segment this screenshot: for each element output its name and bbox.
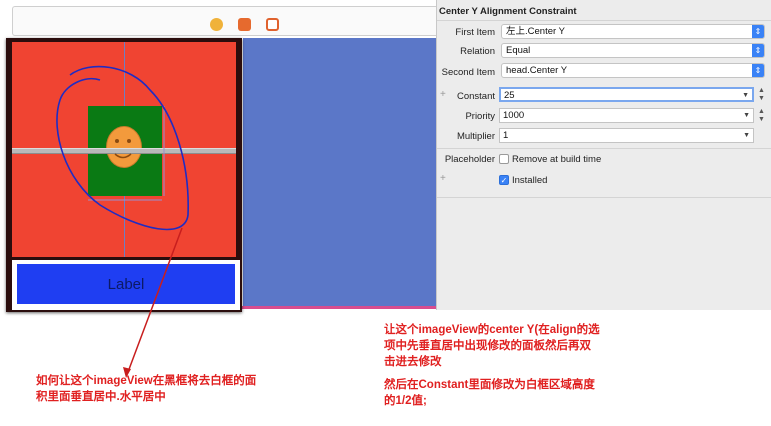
priority-label: Priority bbox=[465, 111, 495, 122]
multiplier-label: Multiplier bbox=[456, 131, 495, 142]
note-left-line-1: 如何让这个imageView在黑框将去白框的面 bbox=[36, 375, 257, 387]
smiley-mouth bbox=[114, 153, 132, 159]
remove-at-build-checkbox[interactable] bbox=[499, 154, 509, 164]
annotation-note-top: 让这个imageView的center Y(在align的选 项中先垂直居中出现… bbox=[384, 322, 600, 370]
priority-value: 1000 bbox=[503, 110, 525, 121]
constant-value: 25 bbox=[504, 90, 515, 101]
priority-field[interactable]: 1000 ▼ bbox=[499, 108, 754, 123]
note-left-line-2: 积里面垂直居中.水平居中 bbox=[36, 391, 166, 403]
dropdown-arrow-icon: ▼ bbox=[743, 112, 750, 119]
relation-value: Equal bbox=[506, 45, 531, 56]
chevron-updown-icon: ⇕ bbox=[752, 64, 764, 77]
multiplier-field[interactable]: 1 ▼ bbox=[499, 128, 754, 143]
constant-field[interactable]: 25 ▼ bbox=[499, 87, 754, 102]
multiplier-value: 1 bbox=[503, 130, 509, 141]
inspector-divider bbox=[437, 148, 771, 149]
inspector-divider bbox=[437, 20, 771, 21]
first-item-value: 左上.Center Y bbox=[506, 26, 565, 37]
installed-checkbox[interactable]: ✓ bbox=[499, 175, 509, 185]
relation-label: Relation bbox=[460, 46, 495, 57]
constant-label: Constant bbox=[456, 91, 495, 102]
red-arrow-line bbox=[127, 227, 183, 373]
smiley-eye-right bbox=[127, 139, 131, 143]
relation-popup[interactable]: Equal ⇕ bbox=[501, 43, 765, 58]
note-top-line-2: 项中先垂直居中出现修改的面板然后再双 bbox=[384, 340, 591, 352]
annotation-note-bottom: 然后在Constant里面修改为白框区域高度 的1/2值; bbox=[384, 377, 595, 409]
annotation-note-left: 如何让这个imageView在黑框将去白框的面 积里面垂直居中.水平居中 bbox=[36, 373, 256, 405]
inspector-title: Center Y Alignment Constraint bbox=[439, 6, 577, 17]
dropdown-arrow-icon: ▼ bbox=[743, 132, 750, 139]
installed-label: Installed bbox=[512, 175, 548, 186]
second-item-popup[interactable]: head.Center Y ⇕ bbox=[501, 63, 765, 78]
first-item-label: First Item bbox=[455, 27, 495, 38]
second-item-value: head.Center Y bbox=[506, 65, 568, 76]
chevron-updown-icon: ⇕ bbox=[752, 25, 764, 38]
note-bottom-line-2: 的1/2值; bbox=[384, 395, 427, 407]
note-top-line-1: 让这个imageView的center Y(在align的选 bbox=[384, 324, 600, 336]
first-item-popup[interactable]: 左上.Center Y ⇕ bbox=[501, 24, 765, 39]
hand-drawn-circle-annotation bbox=[56, 65, 189, 231]
note-bottom-line-1: 然后在Constant里面修改为白框区域高度 bbox=[384, 379, 595, 391]
dropdown-arrow-icon: ▼ bbox=[742, 92, 749, 99]
inspector-divider bbox=[437, 197, 771, 198]
priority-stepper[interactable]: ▲ ▼ bbox=[757, 108, 766, 124]
constant-stepper[interactable]: ▲ ▼ bbox=[757, 87, 766, 103]
note-top-line-3: 击进去修改 bbox=[384, 356, 442, 368]
add-installed-variation-icon[interactable]: + bbox=[440, 173, 446, 184]
smiley-eye-left bbox=[115, 139, 119, 143]
remove-at-build-label: Remove at build time bbox=[512, 154, 602, 165]
chevron-updown-icon: ⇕ bbox=[752, 44, 764, 57]
placeholder-label: Placeholder bbox=[444, 154, 495, 165]
second-item-label: Second Item bbox=[441, 67, 495, 78]
